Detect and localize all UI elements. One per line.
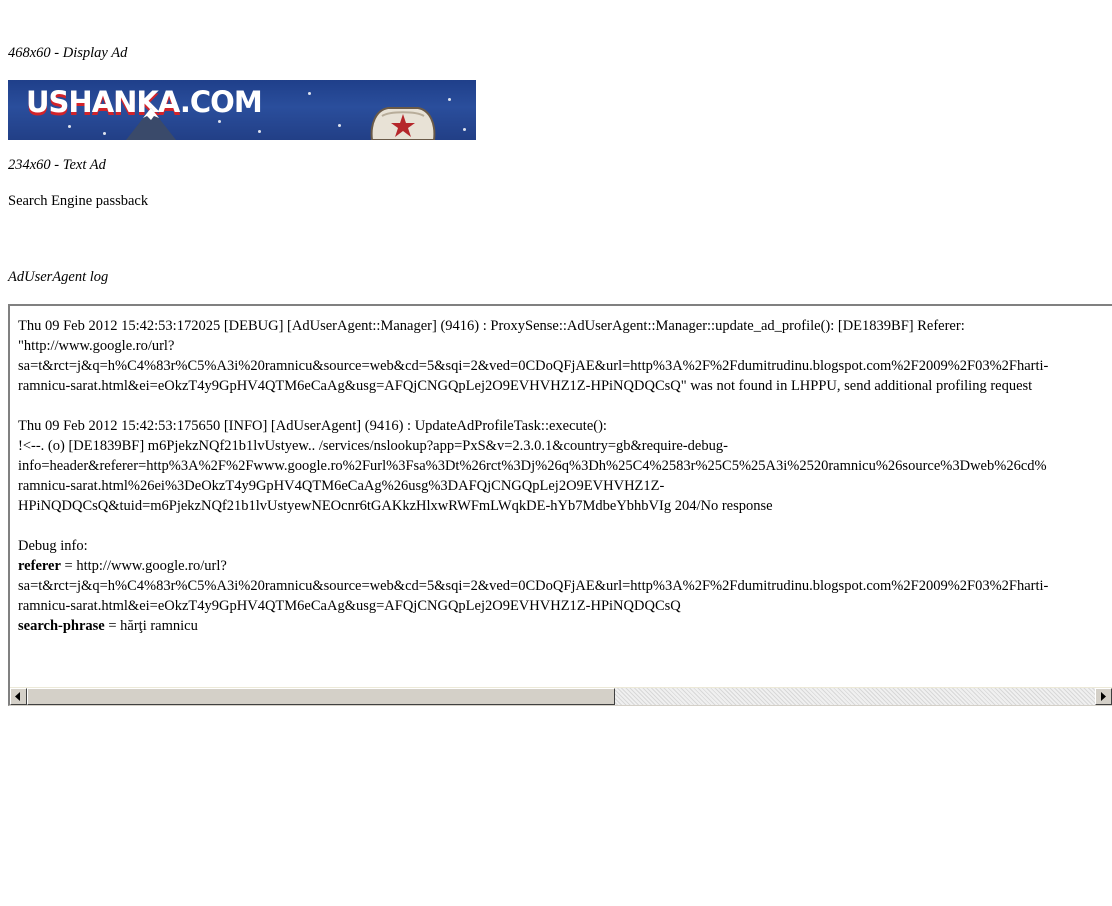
debug-search-phrase-line: search-phrase = hărţi ramnicu bbox=[18, 616, 1112, 636]
search-phrase-key: search-phrase bbox=[18, 618, 105, 634]
log-line: ramnicu-sarat.html&ei=eOkzT4y9GpHV4QTM6e… bbox=[18, 598, 681, 614]
log-line: Thu 09 Feb 2012 15:42:53:175650 [INFO] [… bbox=[18, 418, 607, 434]
snow-decoration bbox=[448, 98, 451, 101]
search-engine-passback: Search Engine passback bbox=[8, 193, 149, 209]
snow-decoration bbox=[308, 92, 311, 95]
scroll-right-button[interactable] bbox=[1095, 688, 1112, 705]
snow-decoration bbox=[338, 124, 341, 127]
arrow-left-icon bbox=[15, 692, 20, 701]
logo-text-domain: .COM bbox=[179, 85, 263, 119]
log-line: !<--. (o) [DE1839BF] m6PjekzNQf21b1lvUst… bbox=[18, 438, 728, 454]
log-line: "http://www.google.ro/url? bbox=[18, 338, 175, 354]
log-spacer bbox=[18, 516, 1112, 536]
log-line: info=header&referer=http%3A%2F%2Fwww.goo… bbox=[18, 458, 1047, 474]
log-textbox[interactable]: Thu 09 Feb 2012 15:42:53:172025 [DEBUG] … bbox=[8, 304, 1112, 706]
arrow-right-icon bbox=[1101, 692, 1106, 701]
log-line: sa=t&rct=j&q=h%C4%83r%C5%A3i%20ramnicu&s… bbox=[18, 578, 1049, 594]
mountain-icon bbox=[126, 108, 176, 140]
snow-decoration bbox=[103, 132, 106, 135]
snow-decoration bbox=[463, 128, 466, 131]
referer-value: = http://www.google.ro/url? bbox=[60, 558, 227, 574]
scrollbar-thumb[interactable] bbox=[27, 688, 615, 705]
horizontal-scrollbar[interactable] bbox=[10, 687, 1112, 705]
log-heading: AdUserAgent log bbox=[8, 269, 109, 285]
log-line: ramnicu-sarat.html%26ei%3DeOkzT4y9GpHV4Q… bbox=[18, 478, 665, 494]
search-phrase-value: = hărţi ramnicu bbox=[104, 618, 198, 634]
debug-referer-line: referer = http://www.google.ro/url? bbox=[18, 556, 1112, 576]
log-line: HPiNQDQCsQ&tuid=m6PjekzNQf21b1lvUstyewNE… bbox=[18, 498, 773, 514]
snow-decoration bbox=[218, 120, 221, 123]
ushanka-hat-mascot-icon bbox=[370, 107, 436, 140]
log-content: Thu 09 Feb 2012 15:42:53:172025 [DEBUG] … bbox=[18, 316, 1112, 636]
snow-decoration bbox=[68, 125, 71, 128]
log-line: ramnicu-sarat.html&ei=eOkzT4y9GpHV4QTM6e… bbox=[18, 378, 1033, 394]
log-line: sa=t&rct=j&q=h%C4%83r%C5%A3i%20ramnicu&s… bbox=[18, 358, 1049, 374]
debug-info-label: Debug info: bbox=[18, 538, 88, 554]
snow-decoration bbox=[258, 130, 261, 133]
scroll-left-button[interactable] bbox=[10, 688, 27, 705]
ushanka-banner-ad[interactable]: USHANKA.COM bbox=[8, 80, 476, 140]
referer-key: referer bbox=[18, 558, 61, 574]
log-line: Thu 09 Feb 2012 15:42:53:172025 [DEBUG] … bbox=[18, 318, 965, 334]
log-spacer bbox=[18, 396, 1112, 416]
text-ad-heading: 234x60 - Text Ad bbox=[8, 157, 106, 173]
display-ad-heading: 468x60 - Display Ad bbox=[8, 45, 128, 61]
